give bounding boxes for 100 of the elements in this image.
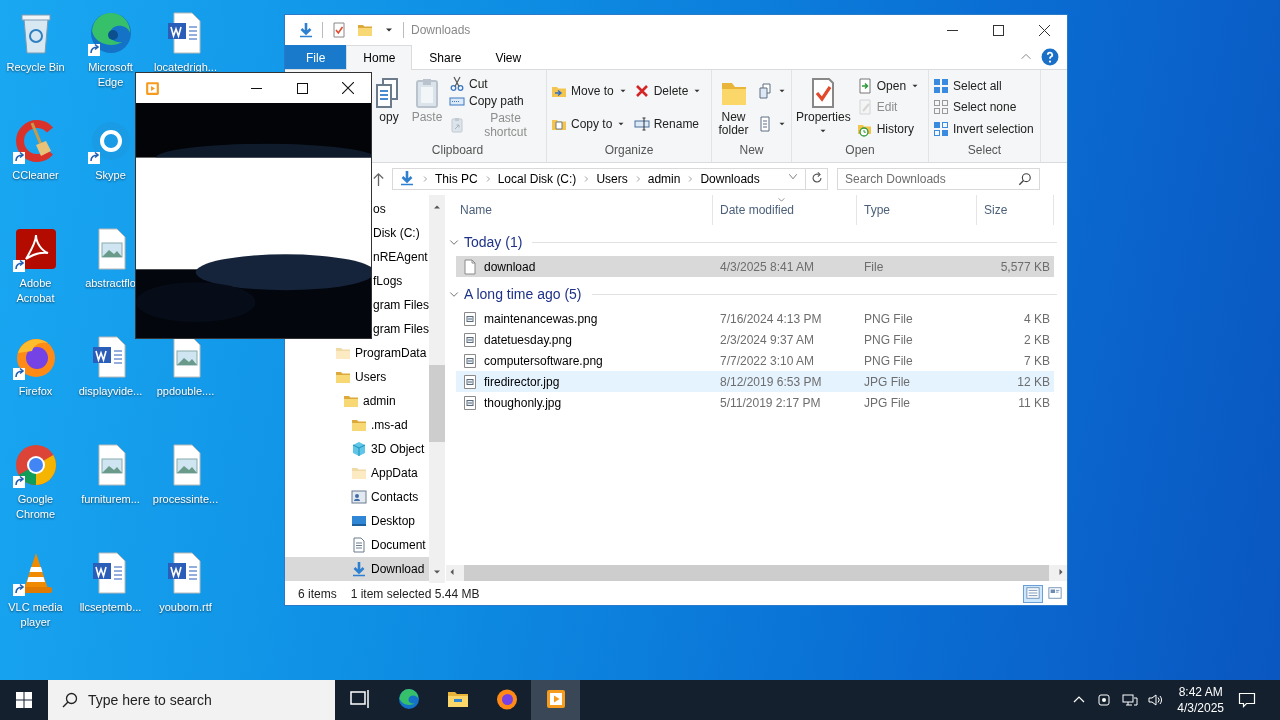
column-header[interactable]: Date modified <box>713 195 857 225</box>
nav-item[interactable]: gram Files <box>373 293 429 317</box>
file-size: 12 KB <box>1016 374 1051 389</box>
nav-item[interactable]: .ms-ad <box>285 413 429 437</box>
nav-item[interactable]: nREAgent <box>373 245 429 269</box>
column-header[interactable]: Size <box>977 195 1054 225</box>
up-arrow-icon <box>371 171 386 187</box>
file-type: PNG File <box>863 311 914 326</box>
select-all-icon <box>933 77 949 94</box>
nav-item[interactable]: Users <box>285 365 429 389</box>
ribbon-group-label: New <box>738 142 765 159</box>
file-row[interactable]: datetuesday.png 2/3/2024 9:37 AM PNG File 2 KB <box>456 329 1054 350</box>
chevron-down-icon <box>777 195 786 204</box>
ribbon-tab[interactable]: Share <box>412 45 479 69</box>
ribbon-button[interactable]: Delete <box>633 83 703 100</box>
folder-icon <box>335 369 351 385</box>
address-bar[interactable]: This PC Local Disk (C:) Users admin Downloads <box>392 168 806 190</box>
date-modified: 8/12/2019 6:53 PM <box>719 374 823 389</box>
ribbon-button[interactable]: Select none <box>933 99 1034 116</box>
folder-icon <box>343 393 359 409</box>
refresh-button[interactable] <box>806 168 828 190</box>
file-size: 4 KB <box>1023 311 1051 326</box>
breadcrumb[interactable]: Users <box>596 172 628 186</box>
file-row[interactable]: computersoftware.png 7/7/2022 3:10 AM PNG File 7 KB <box>456 350 1054 371</box>
security-icon[interactable] <box>1096 692 1113 708</box>
ribbon-tab[interactable]: View <box>478 45 539 69</box>
nav-item[interactable]: os <box>373 197 429 221</box>
nav-item[interactable]: Contacts <box>285 485 429 509</box>
breadcrumb[interactable]: Local Disk (C:) <box>497 172 577 186</box>
view-button[interactable] <box>1023 585 1043 603</box>
media-player-icon <box>144 79 161 97</box>
image-file-icon <box>462 331 478 348</box>
column-header[interactable]: Type <box>857 195 977 225</box>
nav-item[interactable]: ProgramData <box>285 341 429 365</box>
ribbon-button[interactable]: Cut <box>449 75 542 92</box>
ribbon-button[interactable]: Move to <box>551 83 628 100</box>
ribbon-button[interactable]: Invert selection <box>933 121 1034 138</box>
nav-item[interactable]: Document <box>285 533 429 557</box>
file-row[interactable]: download 4/3/2025 8:41 AM File 5,577 KB <box>456 256 1054 277</box>
documents-icon <box>757 83 773 100</box>
image-file-icon <box>462 352 478 369</box>
cube-icon <box>351 441 367 457</box>
contacts-icon <box>351 489 367 505</box>
open-icon <box>856 77 873 94</box>
file-size: 7 KB <box>1023 353 1051 368</box>
ribbon-button[interactable]: New folder <box>716 73 751 142</box>
desktop-icon <box>351 513 367 529</box>
file-size: 2 KB <box>1023 332 1051 347</box>
breadcrumb[interactable]: This PC <box>435 172 478 186</box>
breadcrumb[interactable]: admin <box>647 172 681 186</box>
file-row[interactable]: thoughonly.jpg 5/11/2019 2:17 PM JPG File 11 KB <box>456 392 1054 413</box>
taskbar-app-button[interactable] <box>531 680 580 720</box>
download-icon <box>351 561 367 577</box>
ribbon-button[interactable]: Properties <box>796 73 851 142</box>
file-type: PNG File <box>863 332 914 347</box>
nav-item[interactable]: admin <box>285 389 429 413</box>
notifications-icon[interactable] <box>1238 691 1256 709</box>
ribbon-button[interactable] <box>757 83 787 100</box>
ribbon-button[interactable]: Copy path <box>449 93 542 110</box>
column-header[interactable]: Name <box>456 195 713 225</box>
ribbon-group-label: Select <box>966 142 1003 159</box>
select-none-icon <box>933 99 949 116</box>
nav-item[interactable]: gram Files <box>373 317 429 341</box>
breadcrumb[interactable]: Downloads <box>700 172 760 186</box>
group-heading[interactable]: Today (1) <box>464 234 523 250</box>
download-icon <box>399 169 415 186</box>
ribbon-button[interactable]: Rename <box>633 115 703 132</box>
document-icon <box>757 115 773 132</box>
ribbon-button[interactable]: Open <box>856 77 921 94</box>
help-icon <box>1041 48 1059 66</box>
ribbon-tab[interactable]: Home <box>346 45 413 70</box>
close-icon <box>1038 24 1050 36</box>
file-row[interactable]: firedirector.jpg 8/12/2019 6:53 PM JPG File 12 KB <box>456 371 1054 392</box>
group-heading[interactable]: A long time ago (5) <box>464 286 582 302</box>
file-type: JPG File <box>863 395 911 410</box>
taskbar-search-field[interactable]: Type here to search <box>48 680 335 720</box>
ribbon-button[interactable]: History <box>856 121 921 138</box>
file-name: maintenancewas.png <box>484 311 598 326</box>
nav-item[interactable]: Download <box>285 557 429 581</box>
nav-item[interactable]: AppData <box>285 461 429 485</box>
nav-item[interactable]: Disk (C:) <box>373 221 429 245</box>
volume-icon[interactable] <box>1148 692 1165 708</box>
close-icon <box>342 82 354 94</box>
network-icon[interactable] <box>1122 692 1139 708</box>
clipboard-icon <box>449 117 465 134</box>
scrollbar[interactable] <box>429 195 445 583</box>
search-icon <box>1018 172 1032 186</box>
ribbon-tab[interactable]: File <box>285 45 347 69</box>
search-field[interactable]: Search Downloads <box>837 168 1040 190</box>
nav-item[interactable]: fLogs <box>373 269 429 293</box>
nav-item[interactable]: 3D Object <box>285 437 429 461</box>
clock-time: 8:42 AM <box>1178 684 1223 700</box>
folder-icon <box>357 22 373 38</box>
scrollbar-thumb[interactable] <box>429 365 445 442</box>
clock[interactable]: 8:42 AM 4/3/2025 <box>1177 684 1224 716</box>
ribbon-button[interactable]: opy <box>373 73 405 142</box>
ribbon-button[interactable]: Copy to <box>551 115 628 132</box>
nav-item[interactable]: Desktop <box>285 509 429 533</box>
ribbon-button[interactable]: Select all <box>933 77 1034 94</box>
file-row[interactable]: maintenancewas.png 7/16/2024 4:13 PM PNG File 4 KB <box>456 308 1054 329</box>
